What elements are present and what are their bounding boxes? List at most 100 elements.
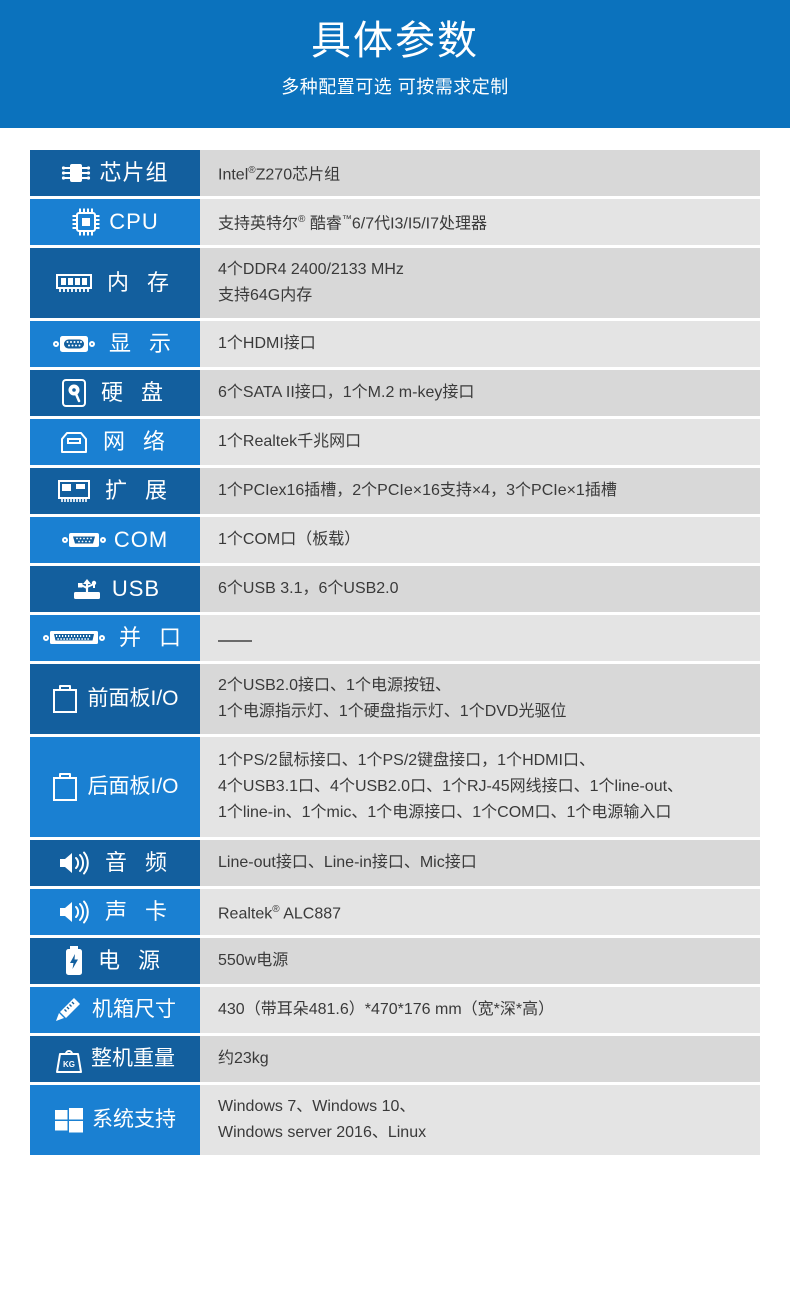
spec-value-line: Intel®Z270芯片组 [218, 164, 341, 184]
spec-row: 网 络 1个Realtek千兆网口 [30, 419, 760, 465]
page-header-banner: 具体参数 多种配置可选 可按需求定制 [0, 0, 790, 128]
spec-row: COM 1个COM口（板载） [30, 517, 760, 563]
spec-label-cell: 并 口 [30, 615, 200, 661]
spec-label-text: 硬 盘 [100, 379, 170, 405]
spec-value-cell: 430（带耳朵481.6）*470*176 mm（宽*深*高） [200, 987, 760, 1033]
trademark-mark: ™ [341, 213, 352, 225]
audio-speaker-icon [57, 849, 91, 877]
spec-label-text: 音 频 [104, 849, 174, 875]
spec-value-line: 2个USB2.0接口、1个电源按钮、 [218, 677, 451, 694]
spec-label-cell: 扩 展 [30, 468, 200, 514]
spec-row: 机箱尺寸 430（带耳朵481.6）*470*176 mm（宽*深*高） [30, 987, 760, 1033]
spec-value-cell: 1个Realtek千兆网口 [200, 419, 760, 465]
spec-label-text: CPU [109, 208, 159, 234]
spec-label-text: 芯片组 [99, 159, 169, 185]
spec-label-text: 扩 展 [104, 477, 174, 503]
spec-value-cell: 1个COM口（板载） [200, 517, 760, 563]
spec-label-cell: 网 络 [30, 419, 200, 465]
spec-label-cell: USB [30, 566, 200, 612]
registered-mark: ® [248, 164, 256, 176]
spec-value-line: 1个电源指示灯、1个硬盘指示灯、1个DVD光驱位 [218, 703, 567, 720]
spec-label-text: 内 存 [106, 269, 176, 295]
weight-kg-icon: KG [55, 1044, 83, 1074]
spec-value-cell: Line-out接口、Line-in接口、Mic接口 [200, 840, 760, 886]
spec-value-line: Windows 7、Windows 10、 [218, 1098, 416, 1115]
spec-value-line: 4个USB3.1口、4个USB2.0口、1个RJ-45网线接口、1个line-o… [218, 778, 684, 795]
spec-label-text: 整机重量 [91, 1047, 175, 1071]
spec-label-text: 机箱尺寸 [92, 998, 176, 1022]
spec-label-text: 后面板I/O [87, 775, 179, 799]
spec-value-line: 1个line-in、1个mic、1个电源接口、1个COM口、1个电源输入口 [218, 804, 672, 821]
windows-logo-icon [54, 1106, 84, 1134]
front-panel-io-icon [51, 684, 79, 714]
spec-value-cell: 6个USB 3.1，6个USB2.0 [200, 566, 760, 612]
vga-display-icon [52, 333, 95, 355]
spec-value-line: 430（带耳朵481.6）*470*176 mm（宽*深*高） [218, 1001, 555, 1018]
network-rj45-icon [59, 429, 89, 455]
spec-value-line: Line-out接口、Line-in接口、Mic接口 [218, 854, 477, 871]
svg-text:KG: KG [63, 1060, 75, 1069]
spec-value-cell: 1个PS/2鼠标接口、1个PS/2键盘接口，1个HDMI口、 4个USB3.1口、… [200, 737, 760, 837]
spec-value-cell: Windows 7、Windows 10、 Windows server 2016… [200, 1085, 760, 1155]
chipset-icon [61, 159, 91, 187]
cpu-icon [71, 207, 101, 237]
spec-label-cell: 硬 盘 [30, 370, 200, 416]
memory-icon [55, 271, 93, 295]
spec-row: 硬 盘 6个SATA II接口，1个M.2 m-key接口 [30, 370, 760, 416]
spec-label-cell: 声 卡 [30, 889, 200, 935]
spec-value-line: 1个HDMI接口 [218, 335, 316, 352]
empty-dash [218, 640, 252, 642]
rear-panel-io-icon [51, 772, 79, 802]
spec-label-cell: 机箱尺寸 [30, 987, 200, 1033]
spec-value-line: 6个USB 3.1，6个USB2.0 [218, 580, 399, 597]
spec-value-line: 550w电源 [218, 952, 289, 969]
spec-value-line: 1个COM口（板载） [218, 531, 361, 548]
spec-row: 后面板I/O 1个PS/2鼠标接口、1个PS/2键盘接口，1个HDMI口、 4个US… [30, 737, 760, 837]
spec-value-line: 支持英特尔® 酷睿™6/7代I3/I5/I7处理器 [218, 213, 488, 233]
spec-label-cell: CPU [30, 199, 200, 245]
spec-value-cell [200, 615, 760, 661]
spec-value-line: 1个Realtek千兆网口 [218, 433, 362, 450]
usb-icon [70, 575, 104, 603]
spec-row: 前面板I/O 2个USB2.0接口、1个电源按钮、 1个电源指示灯、1个硬盘指示灯、… [30, 664, 760, 734]
spec-label-cell: 芯片组 [30, 150, 200, 196]
com-serial-port-icon [61, 530, 106, 550]
spec-label-cell: 电 源 [30, 938, 200, 984]
spec-label-cell: 内 存 [30, 248, 200, 318]
spec-value-cell: 2个USB2.0接口、1个电源按钮、 1个电源指示灯、1个硬盘指示灯、1个DVD光… [200, 664, 760, 734]
spec-value-cell: Intel®Z270芯片组 [200, 150, 760, 196]
registered-mark: ® [272, 903, 280, 915]
spec-label-text: 并 口 [118, 624, 188, 650]
spec-label-cell: COM [30, 517, 200, 563]
spec-label-cell: 前面板I/O [30, 664, 200, 734]
spec-value-line: 1个PS/2鼠标接口、1个PS/2键盘接口，1个HDMI口、 [218, 752, 595, 769]
spec-value-line: Realtek® ALC887 [218, 903, 342, 923]
spec-row: USB 6个USB 3.1，6个USB2.0 [30, 566, 760, 612]
spec-label-text: 前面板I/O [87, 687, 179, 711]
spec-value-cell: Realtek® ALC887 [200, 889, 760, 935]
spec-row: 扩 展 1个PCIex16插槽，2个PCIe×16支持×4，3个PCIe×1插槽 [30, 468, 760, 514]
spec-label-text: 声 卡 [104, 898, 174, 924]
spec-row: 电 源 550w电源 [30, 938, 760, 984]
spec-value-line: 约23kg [218, 1050, 269, 1067]
ruler-pencil-icon [54, 996, 84, 1024]
sound-card-icon [57, 898, 91, 926]
spec-value-cell: 1个PCIex16插槽，2个PCIe×16支持×4，3个PCIe×1插槽 [200, 468, 760, 514]
spec-value-cell: 6个SATA II接口，1个M.2 m-key接口 [200, 370, 760, 416]
page-subtitle: 多种配置可选 可按需求定制 [281, 77, 509, 97]
spec-value-line: 4个DDR4 2400/2133 MHz [218, 261, 404, 278]
parallel-port-icon [42, 629, 105, 647]
spec-value-line: 6个SATA II接口，1个M.2 m-key接口 [218, 384, 475, 401]
spec-value-cell: 4个DDR4 2400/2133 MHz 支持64G内存 [200, 248, 760, 318]
spec-label-cell: 后面板I/O [30, 737, 200, 837]
specification-table: 芯片组 Intel®Z270芯片组 CPU 支持英特尔® 酷睿™6/7代I3/I5/… [30, 150, 760, 1155]
spec-label-text: USB [111, 575, 161, 601]
spec-row: 系统支持 Windows 7、Windows 10、 Windows server … [30, 1085, 760, 1155]
spec-label-text: 电 源 [97, 947, 167, 973]
spec-row: 音 频 Line-out接口、Line-in接口、Mic接口 [30, 840, 760, 886]
spec-label-cell: 音 频 [30, 840, 200, 886]
spec-row: 内 存 4个DDR4 2400/2133 MHz 支持64G内存 [30, 248, 760, 318]
spec-label-text: 系统支持 [92, 1108, 176, 1132]
spec-value-cell: 约23kg [200, 1036, 760, 1082]
harddisk-icon [61, 378, 87, 408]
